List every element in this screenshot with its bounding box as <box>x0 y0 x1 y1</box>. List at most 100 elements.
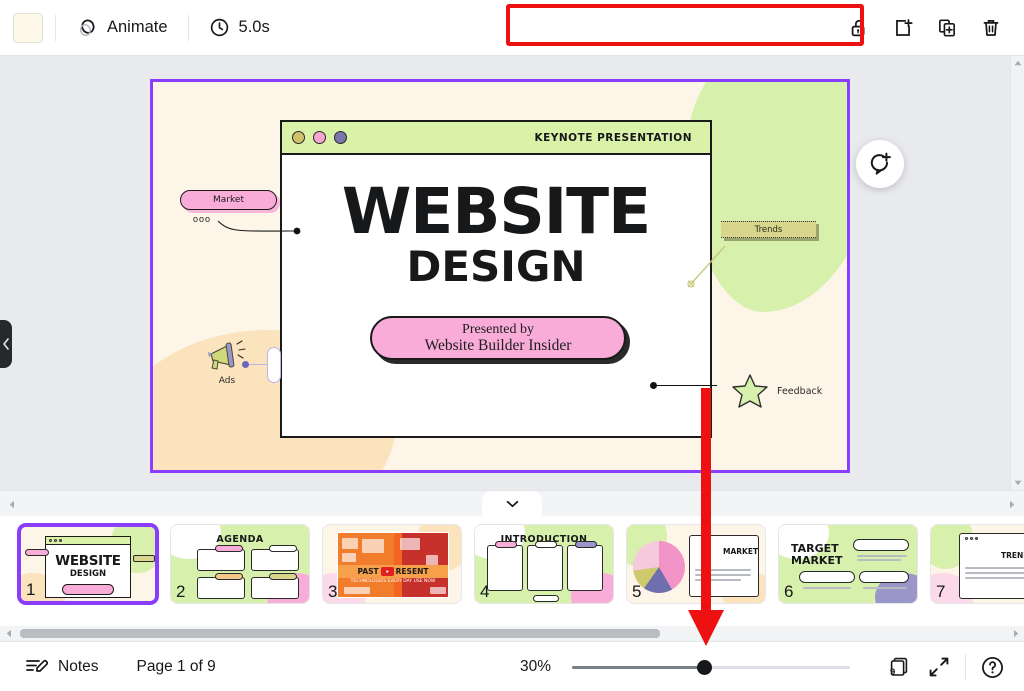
thumb3-video: PAST RESENT TECHNOLOGIES EVERY DAY USE N… <box>337 532 449 598</box>
presented-by-line2: Website Builder Insider <box>424 337 572 355</box>
toolbar-divider <box>55 14 56 41</box>
browser-header-title: KEYNOTE PRESENTATION <box>534 131 692 144</box>
chevron-left-icon <box>2 338 10 350</box>
thumb4-number: 4 <box>480 582 490 601</box>
duration-button[interactable]: 5.0s <box>201 9 278 47</box>
browser-titlebar: KEYNOTE PRESENTATION <box>282 122 710 155</box>
youtube-icon <box>380 567 394 576</box>
thumbnail-page-1[interactable]: WEBSITE DESIGN 1 <box>18 524 158 604</box>
canva-editor-window: Animate 5.0s Market ooo Trends Ads Feedb… <box>0 0 1024 691</box>
thumb3-band-right: RESENT <box>395 567 429 576</box>
browser-dot-yellow <box>292 131 305 144</box>
canvas-horizontal-scrollbar[interactable] <box>0 490 1024 517</box>
help-icon <box>980 655 1005 680</box>
trends-connector <box>685 240 733 288</box>
feedback-connector <box>650 382 717 389</box>
expand-icon <box>927 655 951 679</box>
slide-title-line2: DESIGN <box>406 242 586 291</box>
thumbnail-page-2[interactable]: AGENDA 2 <box>170 524 310 604</box>
thumb7-number: 7 <box>936 582 946 601</box>
thumbnail-page-4[interactable]: INTRODUCTION 4 <box>474 524 614 604</box>
bottom-right-tools: 9 <box>881 649 1010 685</box>
thumbnail-page-7[interactable]: TRENDS 7 <box>930 524 1024 604</box>
thumbnail-scrollbar-thumb[interactable] <box>20 629 660 638</box>
thumb1-number: 1 <box>26 580 36 599</box>
zoom-slider-fill <box>572 665 709 669</box>
thumb1-browser: WEBSITE DESIGN <box>45 536 131 598</box>
notes-label: Notes <box>58 657 99 675</box>
thumb5-number: 5 <box>632 582 642 601</box>
thumbnail-scrollbar[interactable] <box>0 626 1024 641</box>
market-tag-label: Market <box>180 190 277 210</box>
ads-tag-label: Ads <box>218 376 236 386</box>
thumb-scroll-left-arrow[interactable] <box>3 628 14 639</box>
scroll-down-arrow[interactable] <box>1011 476 1024 490</box>
help-button[interactable] <box>974 649 1010 685</box>
duplicate-page-icon <box>936 17 958 39</box>
page-color-swatch[interactable] <box>13 12 43 43</box>
notes-button[interactable]: Notes <box>16 649 107 685</box>
clock-icon <box>209 17 230 38</box>
page-thumbnail-strip[interactable]: WEBSITE DESIGN 1 AGENDA 2 PAST RESENT TE… <box>0 516 1024 626</box>
thumbnail-page-3[interactable]: PAST RESENT TECHNOLOGIES EVERY DAY USE N… <box>322 524 462 604</box>
browser-content: WEBSITE DESIGN Presented by Website Buil… <box>282 155 710 436</box>
thumb1-title: WEBSITE <box>55 553 121 569</box>
animate-button[interactable]: Animate <box>68 9 176 47</box>
zoom-slider[interactable] <box>572 657 850 677</box>
delete-page-button[interactable] <box>972 9 1010 47</box>
trash-icon <box>980 17 1002 39</box>
lock-button[interactable] <box>840 9 878 47</box>
zoom-control-group[interactable]: 30% <box>520 651 850 683</box>
animate-icon <box>76 17 98 39</box>
left-panel-toggle[interactable] <box>0 320 12 368</box>
canvas-area[interactable]: Market ooo Trends Ads Feedback KEYNOTE P… <box>0 56 1024 490</box>
page-indicator[interactable]: Page 1 of 9 <box>129 652 224 682</box>
add-comment-button[interactable] <box>856 140 904 188</box>
fullscreen-button[interactable] <box>921 649 957 685</box>
animate-label: Animate <box>107 18 168 36</box>
slide-title-line1: WEBSITE <box>341 175 651 248</box>
thumb5-title: MARKET <box>723 547 759 556</box>
canvas-vertical-scrollbar[interactable] <box>1010 56 1024 490</box>
scroll-left-arrow[interactable] <box>6 498 18 510</box>
thumb6-number: 6 <box>784 582 794 601</box>
browser-dot-purple <box>334 131 347 144</box>
feedback-tag[interactable]: Feedback <box>731 372 822 410</box>
thumb6-title: TARGET MARKET <box>791 542 843 567</box>
thumb1-subtitle: DESIGN <box>69 569 107 579</box>
thumb3-caption: TECHNOLOGIES EVERY DAY USE NOW <box>350 579 436 584</box>
presented-by-line1: Presented by <box>462 321 534 337</box>
grid-page-count: 9 <box>890 667 896 678</box>
bottom-status-bar: Notes Page 1 of 9 30% 9 <box>0 641 1024 691</box>
thumb-scroll-right-arrow[interactable] <box>1010 628 1021 639</box>
thumbnail-page-6[interactable]: TARGET MARKET 6 <box>778 524 918 604</box>
feedback-tag-label: Feedback <box>777 385 823 397</box>
thumb2-number: 2 <box>176 582 186 601</box>
chevron-down-icon <box>506 500 519 508</box>
scroll-right-arrow[interactable] <box>1006 498 1018 510</box>
add-comment-icon <box>867 151 893 177</box>
add-page-icon <box>892 17 914 39</box>
megaphone-icon <box>205 340 249 374</box>
thumb1-pill <box>62 584 114 595</box>
presented-by-pill[interactable]: Presented by Website Builder Insider <box>370 316 626 360</box>
thumbnail-list: WEBSITE DESIGN 1 AGENDA 2 PAST RESENT TE… <box>0 516 1024 604</box>
slide-canvas[interactable]: Market ooo Trends Ads Feedback KEYNOTE P… <box>153 82 847 470</box>
unlock-icon <box>848 17 870 39</box>
trends-tag[interactable]: Trends <box>721 221 816 238</box>
scroll-up-arrow[interactable] <box>1011 56 1024 70</box>
market-connector <box>216 219 301 235</box>
add-page-button[interactable] <box>884 9 922 47</box>
collapse-panel-toggle[interactable] <box>482 491 542 517</box>
grid-view-button[interactable]: 9 <box>881 649 917 685</box>
star-icon <box>731 372 769 410</box>
trends-tag-label: Trends <box>721 221 816 238</box>
thumbnail-page-5[interactable]: MARKET 5 <box>626 524 766 604</box>
browser-mockup[interactable]: KEYNOTE PRESENTATION WEBSITE DESIGN Pres… <box>280 120 712 438</box>
duplicate-page-button[interactable] <box>928 9 966 47</box>
selected-slide-frame[interactable]: Market ooo Trends Ads Feedback KEYNOTE P… <box>150 79 850 473</box>
duration-label: 5.0s <box>238 18 270 36</box>
thumb3-band-left: PAST <box>357 567 379 576</box>
zoom-slider-knob[interactable] <box>697 659 713 675</box>
ads-connector-handle <box>267 347 281 383</box>
